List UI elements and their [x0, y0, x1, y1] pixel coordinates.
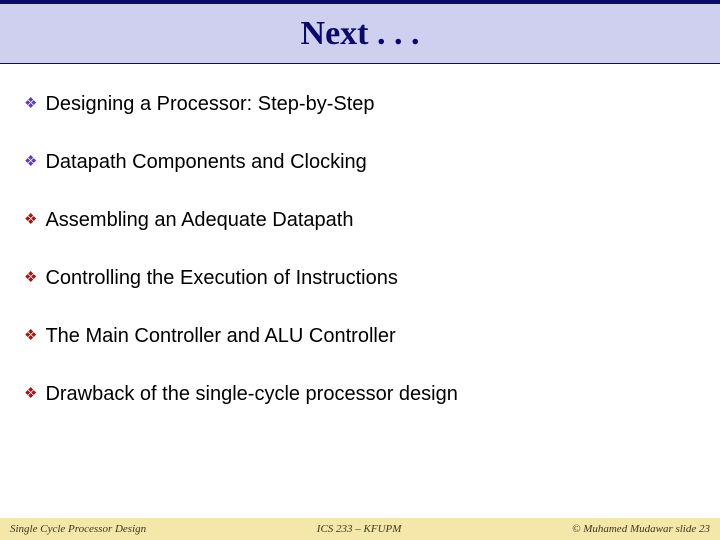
list-item: ❖ Datapath Components and Clocking	[24, 150, 696, 174]
bullet-label: Controlling the Execution of Instruction…	[45, 266, 397, 290]
bullet-label: Drawback of the single-cycle processor d…	[45, 382, 457, 406]
list-item: ❖ Designing a Processor: Step-by-Step	[24, 92, 696, 116]
diamond-bullet-icon: ❖	[24, 266, 37, 290]
content-area: ❖ Designing a Processor: Step-by-Step ❖ …	[0, 64, 720, 406]
title-bar: Next . . .	[0, 0, 720, 64]
footer-center-text: ICS 233 – KFUPM	[146, 523, 572, 535]
list-item: ❖ Assembling an Adequate Datapath	[24, 208, 696, 232]
list-item: ❖ Drawback of the single-cycle processor…	[24, 382, 696, 406]
bullet-label: Datapath Components and Clocking	[45, 150, 366, 174]
diamond-bullet-icon: ❖	[24, 208, 37, 232]
slide-title: Next . . .	[301, 15, 420, 53]
footer-bar: Single Cycle Processor Design ICS 233 – …	[0, 518, 720, 540]
bullet-label: Designing a Processor: Step-by-Step	[45, 92, 374, 116]
diamond-bullet-icon: ❖	[24, 382, 37, 406]
footer-left-text: Single Cycle Processor Design	[10, 523, 146, 535]
bullet-label: Assembling an Adequate Datapath	[45, 208, 353, 232]
footer-right-text: © Muhamed Mudawar slide 23	[572, 523, 710, 535]
list-item: ❖ Controlling the Execution of Instructi…	[24, 266, 696, 290]
diamond-bullet-icon: ❖	[24, 92, 37, 116]
list-item: ❖ The Main Controller and ALU Controller	[24, 324, 696, 348]
diamond-bullet-icon: ❖	[24, 324, 37, 348]
diamond-bullet-icon: ❖	[24, 150, 37, 174]
bullet-label: The Main Controller and ALU Controller	[45, 324, 395, 348]
